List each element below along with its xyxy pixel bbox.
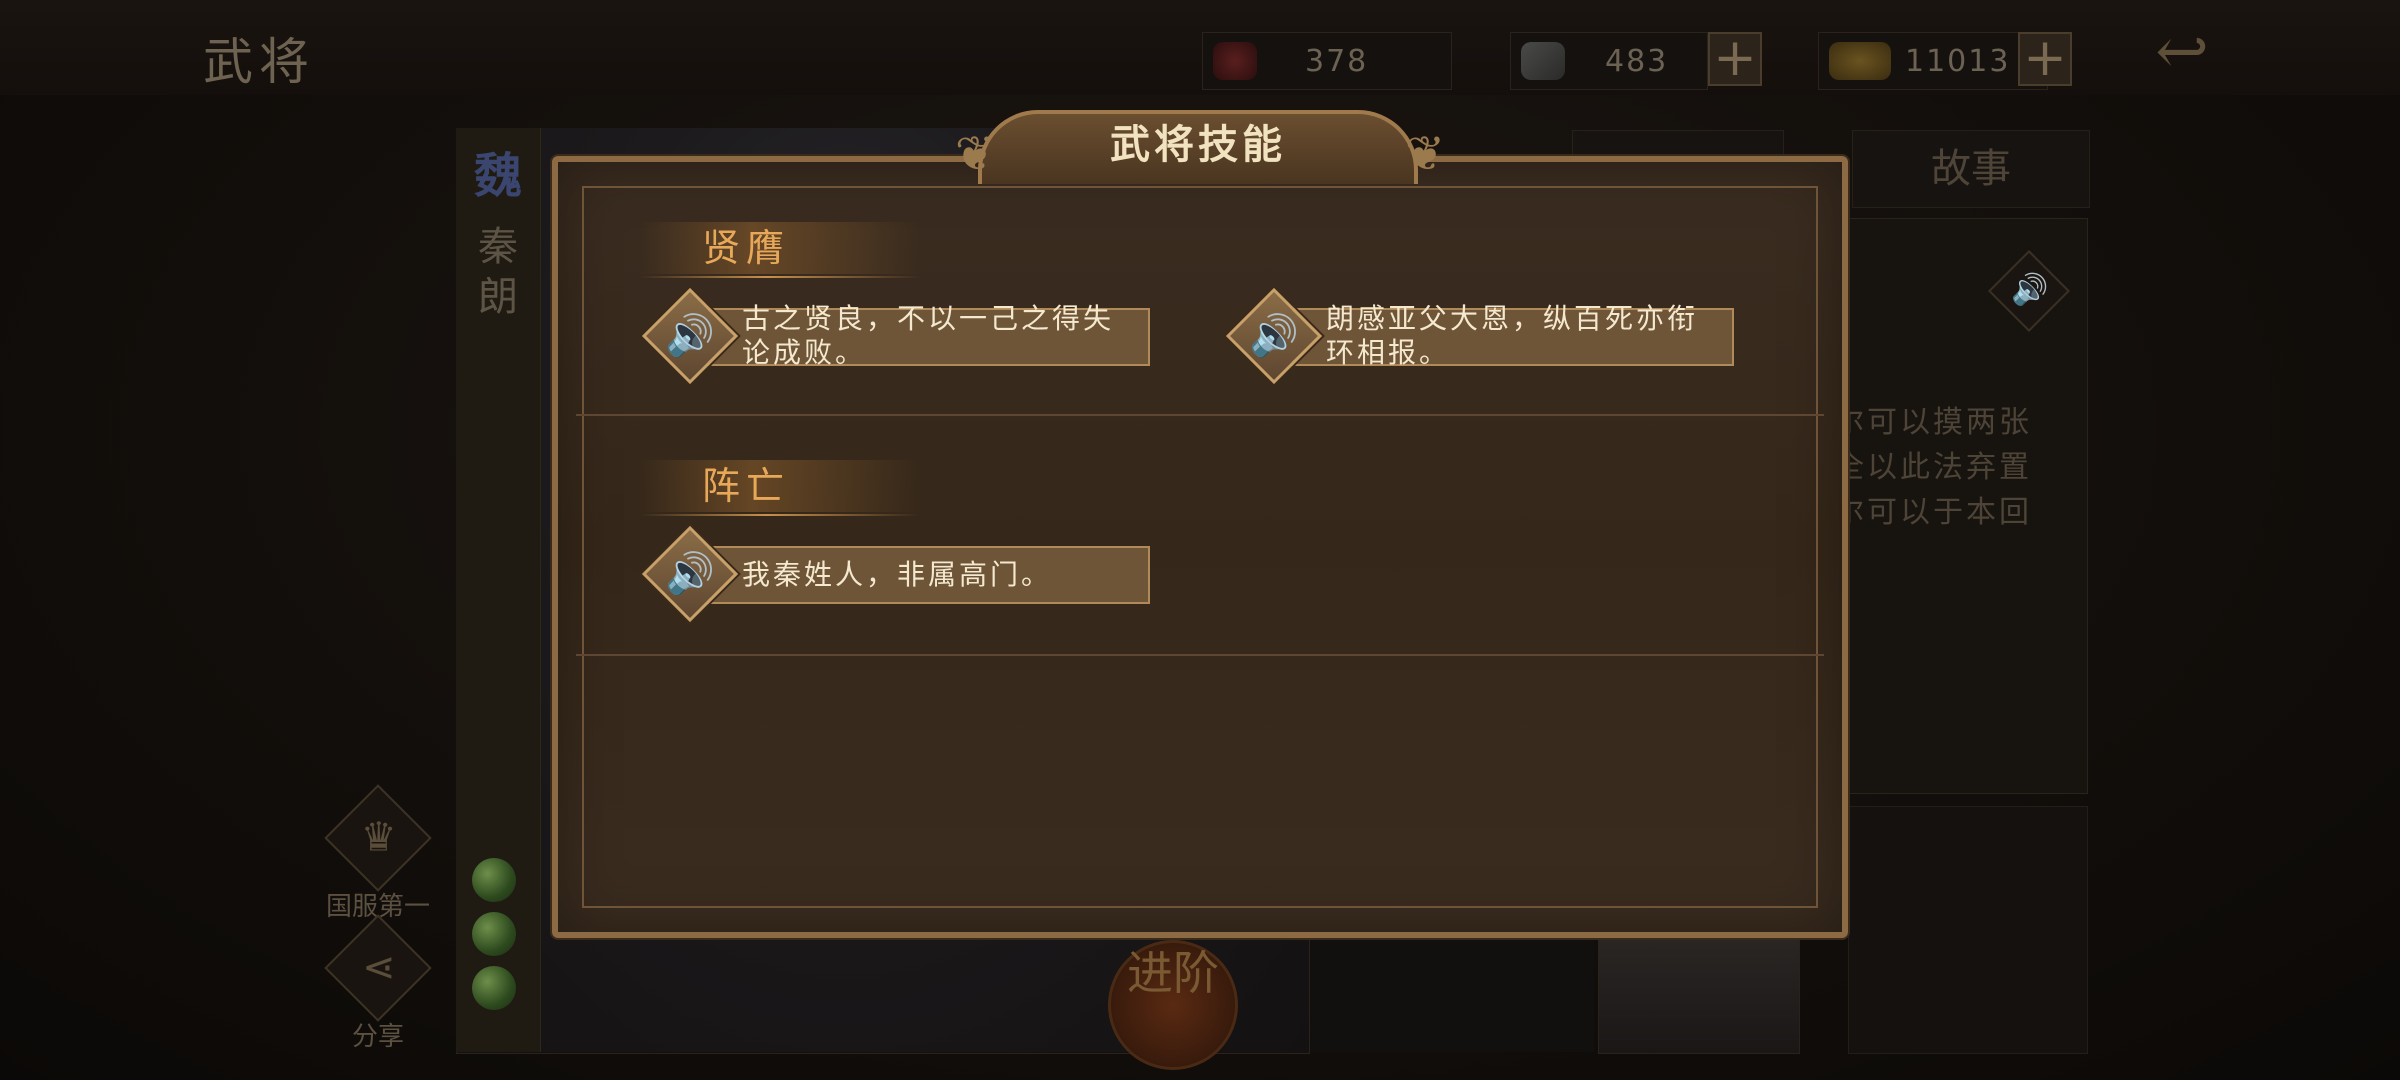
tab-story[interactable]: 故事 — [1852, 130, 2090, 208]
card-slot — [1310, 936, 1594, 1052]
add-scroll-button[interactable]: + — [1708, 32, 1762, 86]
share-button[interactable]: ⋖ 分享 — [318, 914, 438, 1053]
description-line: 尔可以摸两张 — [1834, 405, 2032, 440]
resource-gold: 11013 — [1818, 32, 2048, 90]
resource-scroll: 483 — [1510, 32, 1708, 90]
corner-ornament — [1821, 911, 1846, 936]
resource-gem: 378 — [1202, 32, 1452, 90]
voice-line-text: 古之贤良，不以一己之得失论成败。 — [742, 302, 1115, 369]
add-gold-button[interactable]: + — [2018, 32, 2072, 86]
jade-icon — [472, 858, 516, 902]
server-rank-button[interactable]: ♛ 国服第一 — [318, 784, 438, 923]
description-line: 尔可以于本回 — [1834, 495, 2032, 530]
speaker-icon: 🔊 — [665, 313, 715, 359]
faction-label: 魏 — [473, 148, 522, 204]
share-icon: ⋖ — [324, 914, 432, 1022]
speaker-icon: 🔊 — [1249, 313, 1299, 359]
voice-line-text: 朗感亚父大恩，纵百死亦衔环相报。 — [1326, 302, 1699, 369]
description-line: 全以此法弃置 — [1834, 450, 2032, 485]
skill-name: 贤膺 — [640, 222, 920, 278]
speaker-icon: 🔊 — [665, 551, 715, 597]
jade-icon — [472, 912, 516, 956]
skill-description: 尔可以摸两张 全以此法弃置 尔可以于本回 — [1834, 400, 2078, 535]
gold-ingot-icon — [1829, 42, 1891, 80]
voice-line-text: 我秦姓人，非属高门。 — [742, 558, 1053, 591]
scroll-count: 483 — [1605, 43, 1669, 79]
page-title: 武将 — [203, 33, 315, 91]
gem-count: 378 — [1305, 43, 1369, 79]
jade-icon — [472, 966, 516, 1010]
hero-name: 秦朗 — [478, 224, 518, 320]
advance-label: 进阶 — [1127, 946, 1219, 1000]
skin-thumbnail[interactable] — [1598, 936, 1800, 1054]
crown-icon: ♛ — [324, 784, 432, 892]
gem-icon — [1213, 42, 1257, 80]
dialog-title: 武将技能 — [1110, 121, 1286, 168]
section-divider — [576, 414, 1824, 416]
section-divider — [576, 654, 1824, 656]
back-icon[interactable]: ↩ — [2124, 20, 2240, 84]
lower-panel — [1848, 806, 2088, 1054]
scroll-icon — [1521, 42, 1565, 80]
gold-count: 11013 — [1905, 43, 2011, 79]
corner-ornament — [554, 911, 579, 936]
skill-name: 阵亡 — [640, 460, 920, 516]
advance-button[interactable]: 进阶 — [1108, 940, 1238, 1070]
